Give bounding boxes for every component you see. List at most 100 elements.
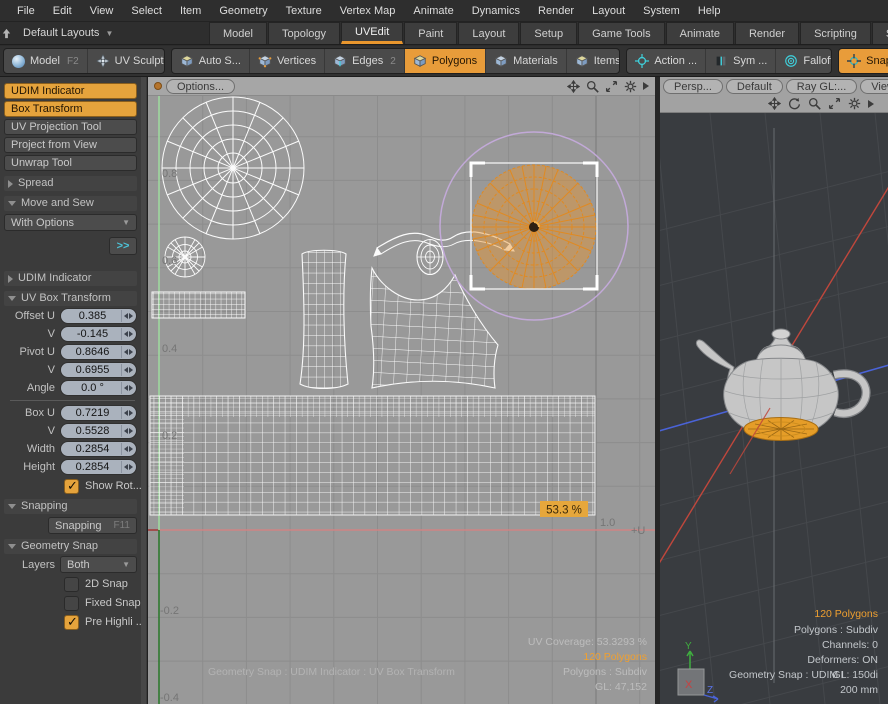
show-rot-checkbox-row[interactable]: Show Rot...: [64, 478, 147, 494]
tab-topology[interactable]: Topology: [268, 22, 340, 44]
model-mode-button[interactable]: Model F2: [4, 49, 88, 73]
udim-indicator-section-header[interactable]: UDIM Indicator: [4, 271, 137, 286]
viewport-state-icon[interactable]: [154, 82, 162, 90]
maximize-icon[interactable]: [828, 97, 841, 110]
geometry-snap-section-header[interactable]: Geometry Snap: [4, 539, 137, 554]
rotate-icon[interactable]: [788, 97, 801, 110]
options-button[interactable]: Options...: [166, 79, 235, 94]
box-u-field[interactable]: 0.7219: [60, 405, 137, 421]
tab-setup[interactable]: Setup: [520, 22, 577, 44]
tab-model[interactable]: Model: [209, 22, 267, 44]
project-from-view-button[interactable]: Project from View: [4, 137, 137, 153]
box-v-field[interactable]: 0.5528: [60, 423, 137, 439]
pre-highlight-checkbox-row[interactable]: Pre Highli ...: [64, 614, 147, 630]
edges-mode-button[interactable]: Edges 2: [325, 49, 405, 73]
zoom-icon[interactable]: [586, 80, 599, 93]
uv-sculpt-button[interactable]: UV Sculpt: [88, 49, 165, 73]
uv-viewport[interactable]: Options...: [148, 77, 655, 704]
height-field[interactable]: 0.2854: [60, 459, 137, 475]
stepper-icon[interactable]: [121, 461, 135, 473]
menu-item[interactable]: Item: [171, 5, 210, 17]
tab-layout[interactable]: Layout: [458, 22, 519, 44]
pan-icon[interactable]: [768, 97, 781, 110]
raygl-dropdown[interactable]: Ray GL:...: [786, 79, 858, 94]
expand-panel-button[interactable]: >>: [109, 237, 137, 255]
menu-texture[interactable]: Texture: [277, 5, 331, 17]
vertices-mode-button[interactable]: Vertices: [250, 49, 325, 73]
projection-dropdown[interactable]: Persp...: [663, 79, 723, 94]
stepper-icon[interactable]: [121, 407, 135, 419]
with-options-dropdown[interactable]: With Options ▼: [4, 214, 137, 231]
fixed-snap-checkbox-row[interactable]: Fixed Snap: [64, 595, 147, 611]
tab-scripting[interactable]: Scripting: [800, 22, 871, 44]
tab-paint[interactable]: Paint: [404, 22, 457, 44]
shading-dropdown[interactable]: Default: [726, 79, 783, 94]
menu-system[interactable]: System: [634, 5, 689, 17]
uv-island-flared[interactable]: [363, 261, 508, 396]
falloff-button[interactable]: Falloff: [776, 49, 832, 73]
stepper-icon[interactable]: [121, 443, 135, 455]
uv-island-strip[interactable]: [152, 292, 245, 318]
tab-animate[interactable]: Animate: [666, 22, 734, 44]
tab-uvedit[interactable]: UVEdit: [341, 22, 403, 44]
auto-select-button[interactable]: Auto S...: [172, 49, 250, 73]
tab-schematic[interactable]: Schemat: [872, 22, 888, 44]
viewport-options-dropdown[interactable]: Viewpor...: [860, 79, 888, 94]
polygons-mode-button[interactable]: Polygons: [405, 49, 486, 73]
menu-view[interactable]: View: [81, 5, 123, 17]
pivot-v-field[interactable]: 0.6955: [60, 362, 137, 378]
spread-section-header[interactable]: Spread: [4, 176, 137, 191]
menu-help[interactable]: Help: [689, 5, 730, 17]
menu-geometry[interactable]: Geometry: [210, 5, 276, 17]
stepper-icon[interactable]: [121, 346, 135, 358]
menu-render[interactable]: Render: [529, 5, 583, 17]
menu-vertex-map[interactable]: Vertex Map: [331, 5, 405, 17]
checkbox-checked-icon[interactable]: [64, 479, 79, 494]
snapping-button[interactable]: Snapping F11: [48, 517, 137, 534]
menu-file[interactable]: File: [8, 5, 44, 17]
move-and-sew-section-header[interactable]: Move and Sew: [4, 196, 137, 211]
uv-box-transform-section-header[interactable]: UV Box Transform: [4, 291, 137, 306]
layout-switcher[interactable]: Default Layouts ▼: [13, 22, 163, 44]
offset-v-field[interactable]: -0.145: [60, 326, 137, 342]
unwrap-tool-button[interactable]: Unwrap Tool: [4, 155, 137, 171]
uv-projection-tool-button[interactable]: UV Projection Tool: [4, 119, 137, 135]
items-mode-button[interactable]: Items 5: [567, 49, 621, 73]
perspective-viewport[interactable]: Persp... Default Ray GL:... Viewpor...: [660, 77, 888, 704]
stepper-icon[interactable]: [121, 328, 135, 340]
tab-render[interactable]: Render: [735, 22, 799, 44]
width-field[interactable]: 0.2854: [60, 441, 137, 457]
gear-icon[interactable]: [624, 80, 637, 93]
gear-icon[interactable]: [848, 97, 861, 110]
pan-icon[interactable]: [567, 80, 580, 93]
snapping-section-header[interactable]: Snapping: [4, 499, 137, 514]
sidebar-scrollbar[interactable]: [141, 77, 146, 704]
stepper-icon[interactable]: [121, 310, 135, 322]
materials-mode-button[interactable]: Materials: [486, 49, 567, 73]
checkbox-unchecked-icon[interactable]: [64, 577, 79, 592]
angle-field[interactable]: 0.0 °: [60, 380, 137, 396]
pin-layout-button[interactable]: [0, 22, 13, 44]
udim-indicator-button[interactable]: UDIM Indicator: [4, 83, 137, 99]
maximize-icon[interactable]: [605, 80, 618, 93]
tab-game-tools[interactable]: Game Tools: [578, 22, 665, 44]
menu-dynamics[interactable]: Dynamics: [463, 5, 529, 17]
zoom-icon[interactable]: [808, 97, 821, 110]
offset-u-field[interactable]: 0.385: [60, 308, 137, 324]
menu-animate[interactable]: Animate: [404, 5, 462, 17]
checkbox-checked-icon[interactable]: [64, 615, 79, 630]
checkbox-unchecked-icon[interactable]: [64, 596, 79, 611]
viewport3d-canvas[interactable]: Y X Z 120 Polygons Polygons : Subdiv Cha…: [660, 113, 888, 704]
uv-island-column[interactable]: [296, 246, 352, 394]
pivot-u-field[interactable]: 0.8646: [60, 344, 137, 360]
menu-edit[interactable]: Edit: [44, 5, 81, 17]
2d-snap-checkbox-row[interactable]: 2D Snap: [64, 576, 147, 592]
menu-select[interactable]: Select: [122, 5, 171, 17]
stepper-icon[interactable]: [121, 425, 135, 437]
box-transform-button[interactable]: Box Transform: [4, 101, 137, 117]
menu-layout[interactable]: Layout: [583, 5, 634, 17]
selected-uv-island[interactable]: [472, 165, 596, 289]
viewport-menu-icon[interactable]: [868, 100, 874, 108]
viewport-menu-icon[interactable]: [643, 82, 649, 90]
stepper-icon[interactable]: [121, 382, 135, 394]
